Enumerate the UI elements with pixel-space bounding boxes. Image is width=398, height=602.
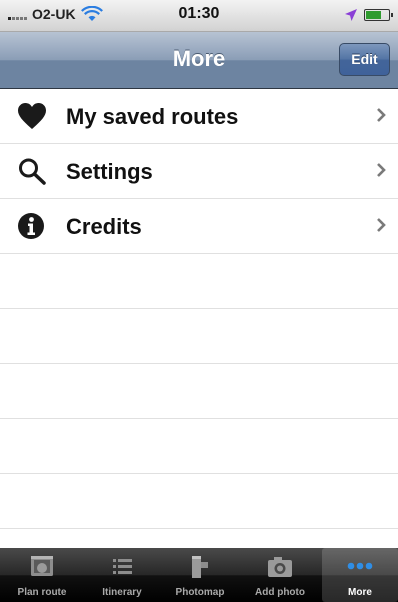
heart-icon — [18, 103, 46, 129]
tab-photomap[interactable]: Photomap — [162, 548, 238, 602]
menu-item-saved-routes[interactable]: My saved routes — [0, 89, 398, 144]
chevron-right-icon — [377, 163, 386, 177]
chevron-right-icon — [377, 218, 386, 232]
empty-row — [0, 364, 398, 419]
tab-add-photo[interactable]: Add photo — [242, 548, 318, 602]
empty-row — [0, 309, 398, 364]
menu-item-label: Credits — [66, 214, 142, 239]
chevron-right-icon — [377, 108, 386, 122]
menu-item-label: My saved routes — [66, 104, 239, 129]
tab-label: Itinerary — [102, 587, 142, 598]
navigation-bar: More Edit — [0, 32, 398, 89]
tab-bar: Plan route Itinerary Photomap Add photo — [0, 548, 398, 602]
battery-icon — [364, 9, 393, 21]
tab-plan-route[interactable]: Plan route — [4, 548, 80, 602]
empty-row — [0, 474, 398, 529]
info-icon — [18, 213, 44, 239]
list-icon — [113, 559, 132, 574]
tab-label: Add photo — [255, 587, 305, 598]
empty-row — [0, 254, 398, 309]
status-bar: O2-UK 01:30 — [0, 0, 398, 32]
photomap-icon — [192, 556, 208, 578]
status-time: 01:30 — [178, 5, 220, 22]
menu-list: My saved routes Settings Credits — [0, 89, 398, 529]
plan-route-icon — [31, 556, 53, 576]
tab-more[interactable]: More — [322, 548, 398, 602]
edit-button[interactable]: Edit — [339, 43, 390, 76]
more-dots-icon — [347, 562, 373, 570]
camera-icon — [268, 557, 292, 577]
magnifier-icon — [19, 158, 46, 185]
menu-item-settings[interactable]: Settings — [0, 144, 398, 199]
tab-label: Photomap — [175, 587, 225, 598]
menu-item-label: Settings — [66, 159, 153, 184]
tab-label: More — [348, 587, 372, 598]
location-arrow-icon — [345, 9, 357, 21]
tab-itinerary[interactable]: Itinerary — [84, 548, 160, 602]
empty-row — [0, 419, 398, 474]
menu-item-credits[interactable]: Credits — [0, 199, 398, 254]
tab-label: Plan route — [17, 587, 67, 598]
status-right — [344, 8, 393, 22]
